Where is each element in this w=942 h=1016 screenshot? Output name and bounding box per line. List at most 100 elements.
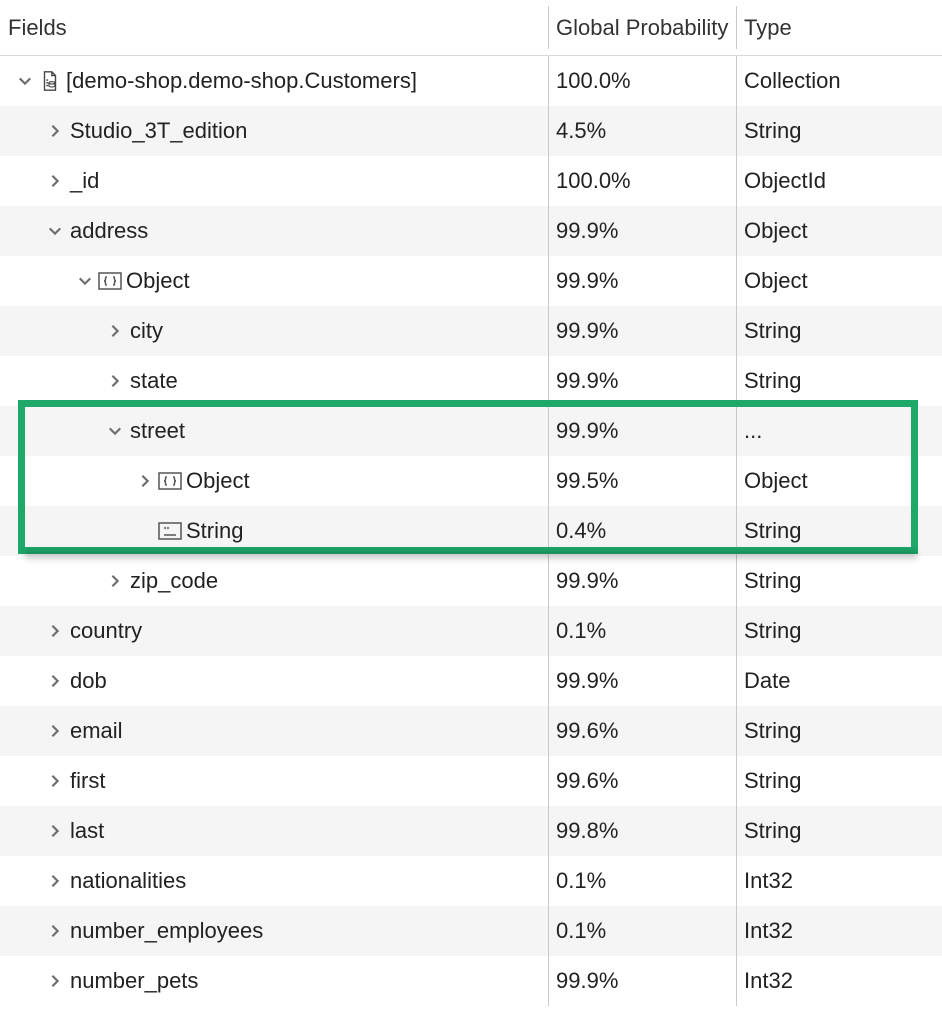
column-divider[interactable] (548, 606, 549, 656)
expand-toggle[interactable] (46, 924, 64, 938)
table-row[interactable]: last99.8%String (0, 806, 942, 856)
expand-toggle[interactable] (46, 874, 64, 888)
column-divider[interactable] (548, 806, 549, 856)
column-divider[interactable] (548, 406, 549, 456)
column-divider[interactable] (548, 256, 549, 306)
column-divider[interactable] (736, 6, 737, 49)
column-divider[interactable] (736, 606, 737, 656)
column-divider[interactable] (548, 306, 549, 356)
table-row[interactable]: email99.6%String (0, 706, 942, 756)
table-row[interactable]: number_pets99.9%Int32 (0, 956, 942, 1006)
column-divider[interactable] (548, 956, 549, 1006)
column-divider[interactable] (736, 306, 737, 356)
table-row[interactable]: address99.9%Object (0, 206, 942, 256)
chevron-right-icon (108, 324, 122, 338)
column-divider[interactable] (548, 906, 549, 956)
column-divider[interactable] (736, 206, 737, 256)
header-fields[interactable]: Fields (0, 15, 548, 41)
collapse-toggle[interactable] (46, 224, 64, 238)
table-row[interactable]: nationalities0.1%Int32 (0, 856, 942, 906)
header-type[interactable]: Type (736, 15, 942, 41)
expand-toggle[interactable] (136, 474, 154, 488)
field-name: zip_code (130, 568, 218, 594)
column-divider[interactable] (736, 506, 737, 556)
column-divider[interactable] (548, 6, 549, 49)
table-row[interactable]: Studio_3T_edition 4.5%String (0, 106, 942, 156)
expand-toggle[interactable] (106, 574, 124, 588)
table-row[interactable]: city99.9%String (0, 306, 942, 356)
type-value: Int32 (736, 918, 942, 944)
column-divider[interactable] (736, 356, 737, 406)
column-divider[interactable] (548, 156, 549, 206)
table-row[interactable]: street99.9%... (0, 406, 942, 456)
chevron-right-icon (48, 724, 62, 738)
probability-value: 99.6% (548, 768, 736, 794)
column-divider[interactable] (736, 256, 737, 306)
table-row[interactable]: zip_code99.9%String (0, 556, 942, 606)
table-row[interactable]: first99.6%String (0, 756, 942, 806)
expand-toggle[interactable] (46, 174, 64, 188)
column-divider[interactable] (736, 656, 737, 706)
column-divider[interactable] (548, 106, 549, 156)
column-divider[interactable] (736, 456, 737, 506)
column-divider[interactable] (548, 206, 549, 256)
expand-toggle[interactable] (46, 724, 64, 738)
string-icon (158, 521, 182, 541)
expand-toggle[interactable] (46, 974, 64, 988)
chevron-down-icon (18, 74, 32, 88)
column-divider[interactable] (736, 556, 737, 606)
probability-value: 99.9% (548, 368, 736, 394)
column-divider[interactable] (548, 456, 549, 506)
table-row[interactable]: [demo-shop.demo-shop.Customers]100.0%Col… (0, 56, 942, 106)
field-name: Studio_3T_edition (70, 118, 247, 144)
column-divider[interactable] (736, 156, 737, 206)
column-divider[interactable] (548, 856, 549, 906)
type-value: String (736, 118, 942, 144)
column-divider[interactable] (548, 656, 549, 706)
table-row[interactable]: String0.4%String (0, 506, 942, 556)
expand-toggle[interactable] (106, 374, 124, 388)
table-row[interactable]: Object99.9%Object (0, 256, 942, 306)
collapse-toggle[interactable] (76, 274, 94, 288)
field-name: email (70, 718, 123, 744)
collapse-toggle[interactable] (106, 424, 124, 438)
field-name: [demo-shop.demo-shop.Customers] (66, 68, 417, 94)
expand-toggle[interactable] (106, 324, 124, 338)
table-row[interactable]: Object99.5%Object (0, 456, 942, 506)
header-probability[interactable]: Global Probability (548, 15, 736, 41)
column-divider[interactable] (736, 106, 737, 156)
column-divider[interactable] (736, 56, 737, 106)
type-value: Int32 (736, 968, 942, 994)
column-divider[interactable] (736, 406, 737, 456)
column-divider[interactable] (736, 956, 737, 1006)
column-divider[interactable] (736, 856, 737, 906)
column-divider[interactable] (548, 706, 549, 756)
column-divider[interactable] (548, 756, 549, 806)
column-divider[interactable] (736, 706, 737, 756)
probability-value: 0.1% (548, 618, 736, 644)
table-row[interactable]: number_employees0.1%Int32 (0, 906, 942, 956)
column-divider[interactable] (548, 356, 549, 406)
probability-value: 4.5% (548, 118, 736, 144)
column-divider[interactable] (548, 56, 549, 106)
table-row[interactable]: state99.9%String (0, 356, 942, 406)
table-row[interactable]: dob99.9%Date (0, 656, 942, 706)
column-divider[interactable] (736, 806, 737, 856)
chevron-down-icon (108, 424, 122, 438)
expand-toggle[interactable] (46, 124, 64, 138)
chevron-right-icon (48, 124, 62, 138)
column-divider[interactable] (736, 906, 737, 956)
probability-value: 99.9% (548, 668, 736, 694)
string-icon-box (158, 520, 182, 542)
expand-toggle[interactable] (46, 824, 64, 838)
expand-toggle[interactable] (46, 774, 64, 788)
expand-toggle[interactable] (46, 674, 64, 688)
collapse-toggle[interactable] (16, 74, 34, 88)
table-row[interactable]: country0.1%String (0, 606, 942, 656)
table-row[interactable]: _id100.0%ObjectId (0, 156, 942, 206)
column-divider[interactable] (736, 756, 737, 806)
expand-toggle[interactable] (46, 624, 64, 638)
field-name: number_pets (70, 968, 198, 994)
column-divider[interactable] (548, 556, 549, 606)
column-divider[interactable] (548, 506, 549, 556)
